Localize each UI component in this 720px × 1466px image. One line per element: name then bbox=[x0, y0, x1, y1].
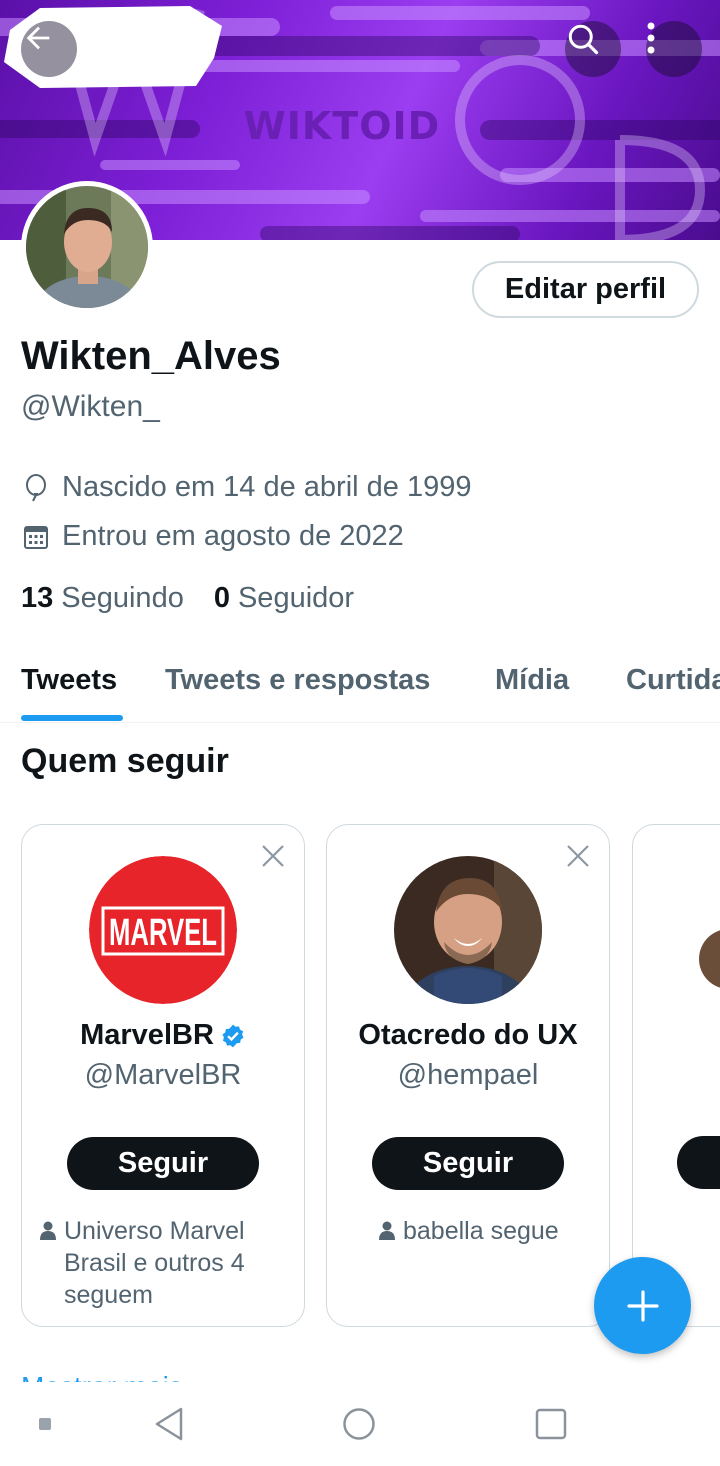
suggestion-handle: @hempael bbox=[397, 1059, 539, 1091]
search-icon bbox=[568, 24, 599, 55]
social-context: Universo Marvel Brasil e outros 4 seguem bbox=[38, 1215, 288, 1311]
calendar-icon bbox=[21, 522, 51, 552]
nav-recents-button[interactable] bbox=[531, 1404, 571, 1444]
arrow-left-icon bbox=[26, 26, 50, 50]
dismiss-close-icon[interactable] bbox=[563, 841, 593, 871]
suggestion-name-text: MarvelBR bbox=[80, 1019, 214, 1051]
tab-media[interactable]: Mídia bbox=[495, 664, 569, 697]
show-more-link[interactable]: Mostrar mais bbox=[21, 1370, 183, 1382]
active-tab-indicator bbox=[21, 715, 123, 721]
tab-tweets-replies[interactable]: Tweets e respostas bbox=[165, 664, 430, 697]
followers-link[interactable]: 0 Seguidor bbox=[214, 582, 354, 615]
social-context: babella segue bbox=[377, 1215, 609, 1247]
square-dot-icon bbox=[39, 1418, 51, 1430]
follow-stats: 13 Seguindo 0 Seguidor bbox=[21, 582, 384, 615]
marvel-logo: MARVEL bbox=[89, 856, 237, 1004]
suggestion-name: Otacredo do UX bbox=[327, 1019, 609, 1052]
home-circle-icon bbox=[343, 1408, 375, 1440]
tab-likes[interactable]: Curtidas bbox=[626, 664, 720, 697]
dismiss-close-icon[interactable] bbox=[258, 841, 288, 871]
more-options-button[interactable] bbox=[646, 21, 702, 77]
android-navigation-bar bbox=[0, 1382, 720, 1466]
plus-icon bbox=[626, 1289, 659, 1322]
nav-back-button[interactable] bbox=[149, 1404, 189, 1444]
birth-date-row: Nascido em 14 de abril de 1999 bbox=[21, 471, 471, 504]
who-to-follow-title: Quem seguir bbox=[21, 742, 229, 780]
search-button[interactable] bbox=[565, 21, 621, 77]
back-button[interactable] bbox=[21, 21, 77, 77]
balloon-icon bbox=[21, 473, 51, 503]
suggestion-card[interactable]: MARVEL MarvelBR @MarvelBR Seguir Univers… bbox=[21, 824, 305, 1327]
social-context-text: Universo Marvel Brasil e outros 4 seguem bbox=[64, 1217, 245, 1309]
social-context-text: babella segue bbox=[403, 1217, 559, 1245]
verified-badge-icon bbox=[220, 1023, 246, 1049]
marvel-avatar[interactable]: MARVEL bbox=[89, 856, 237, 1004]
follow-button[interactable] bbox=[677, 1136, 720, 1189]
following-link[interactable]: 13 Seguindo bbox=[21, 582, 184, 615]
profile-tabs: Tweets Tweets e respostas Mídia Curtidas bbox=[0, 640, 720, 723]
display-name: Wikten_Alves bbox=[21, 334, 281, 378]
birth-date-text: Nascido em 14 de abril de 1999 bbox=[62, 471, 472, 503]
follow-button[interactable]: Seguir bbox=[372, 1137, 564, 1190]
join-date-row: Entrou em agosto de 2022 bbox=[21, 520, 404, 553]
suggestion-card[interactable]: Otacredo do UX @hempael Seguir babella s… bbox=[326, 824, 610, 1327]
user-handle: @Wikten_ bbox=[21, 390, 160, 423]
more-vertical-icon bbox=[647, 22, 655, 54]
compose-tweet-button[interactable] bbox=[594, 1257, 691, 1354]
suggestion-name-text: Otacredo do UX bbox=[358, 1019, 578, 1051]
svg-text:MARVEL: MARVEL bbox=[109, 912, 217, 954]
followers-label: Seguidor bbox=[237, 582, 355, 614]
profile-avatar[interactable] bbox=[21, 181, 153, 313]
suggestion-name: MarvelBR bbox=[22, 1019, 304, 1052]
person-icon bbox=[40, 1221, 56, 1240]
suggestion-card-partial[interactable] bbox=[632, 824, 720, 1327]
suggestion-handle: @MarvelBR bbox=[84, 1059, 242, 1091]
join-date-text: Entrou em agosto de 2022 bbox=[62, 520, 404, 552]
recents-square-icon bbox=[535, 1408, 567, 1440]
followers-count: 0 bbox=[213, 582, 230, 614]
nav-extra-button[interactable] bbox=[25, 1404, 65, 1444]
edit-profile-button[interactable]: Editar perfil bbox=[472, 261, 699, 318]
back-triangle-icon bbox=[155, 1407, 183, 1441]
person-icon bbox=[379, 1221, 395, 1240]
banner-logo-text: WIKTOID bbox=[243, 104, 441, 148]
nav-home-button[interactable] bbox=[339, 1404, 379, 1444]
following-label: Seguindo bbox=[61, 582, 184, 614]
follow-button[interactable]: Seguir bbox=[67, 1137, 259, 1190]
following-count: 13 bbox=[21, 582, 54, 614]
tab-tweets[interactable]: Tweets bbox=[21, 664, 117, 697]
suggestion-avatar bbox=[699, 929, 720, 989]
suggestion-avatar[interactable] bbox=[394, 856, 542, 1004]
person-photo bbox=[394, 856, 542, 1004]
avatar-photo bbox=[26, 186, 148, 308]
